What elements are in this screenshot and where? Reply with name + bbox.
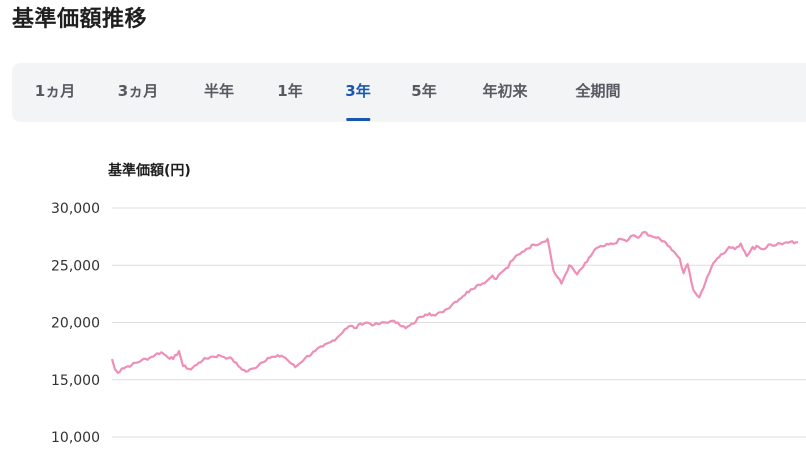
tab-label: 3年: [345, 82, 371, 100]
tab-5-years[interactable]: 5年: [411, 63, 436, 122]
tab-all-time[interactable]: 全期間: [575, 63, 620, 122]
tab-label: 年初来: [482, 82, 528, 100]
tab-3-years[interactable]: 3年: [345, 63, 371, 122]
tab-3-months[interactable]: 3ヵ月: [118, 63, 158, 122]
nav-series-line: [110, 230, 798, 374]
y-tick-label: 15,000: [51, 373, 100, 389]
tab-year-to-date[interactable]: 年初来: [482, 63, 527, 122]
tab-label: 1ヵ月: [34, 82, 76, 100]
period-tab-bar: 1ヵ月 3ヵ月 半年 1年 3年 5年 年初来 全期間: [12, 63, 806, 122]
page-title: 基準価額推移: [12, 7, 148, 32]
nav-line-chart: 30,000 25,000 20,000 15,000 10,000: [51, 201, 806, 446]
tab-label: 1年: [277, 82, 303, 100]
tab-1-year[interactable]: 1年: [277, 63, 302, 122]
tab-label: 5年: [411, 82, 437, 100]
tab-label: 3ヵ月: [117, 82, 159, 100]
tab-label: 半年: [203, 82, 235, 100]
y-tick-label: 25,000: [51, 258, 100, 274]
y-tick-label: 30,000: [51, 201, 100, 217]
active-tab-indicator: [346, 118, 370, 121]
tab-label: 全期間: [575, 82, 621, 100]
y-tick-label: 10,000: [51, 430, 100, 446]
tab-1-month[interactable]: 1ヵ月: [35, 63, 75, 122]
nav-chart: 基準価額(円) 30,000 25,000 20,000 15,000 10,000: [0, 140, 806, 453]
y-tick-label: 20,000: [51, 316, 100, 332]
tab-half-year[interactable]: 半年: [204, 63, 234, 122]
